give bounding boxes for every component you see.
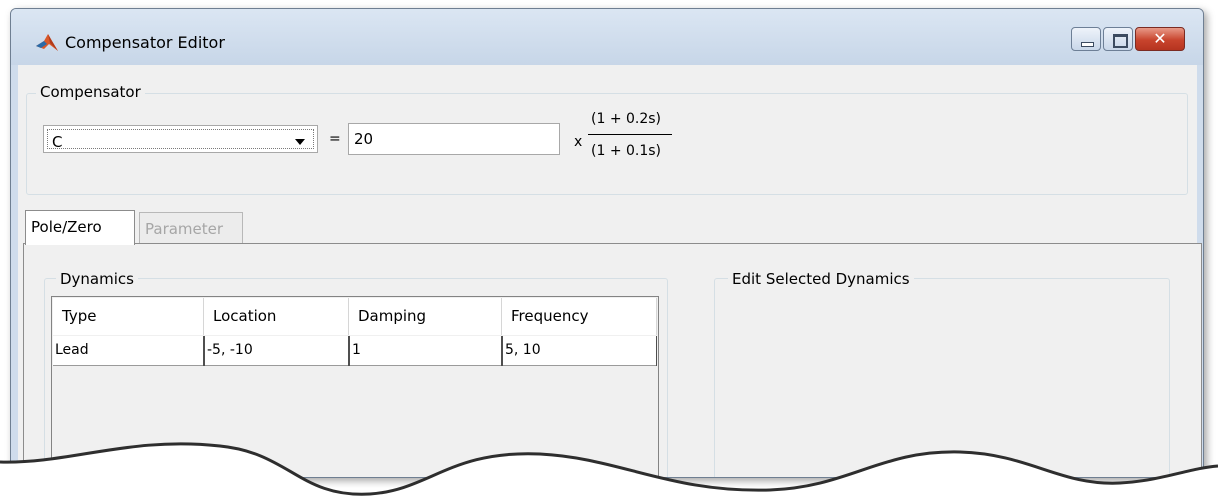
dynamics-table: Type Location Damping Frequency Lead -5,… (51, 296, 659, 477)
gain-input[interactable] (348, 123, 560, 155)
compensator-select[interactable]: C (43, 125, 318, 153)
transfer-denominator: (1 + 0.1s) (591, 143, 662, 159)
title-bar[interactable]: Compensator Editor ✕ (11, 9, 1203, 65)
table-row[interactable]: Lead -5, -10 1 5, 10 (53, 336, 657, 366)
table-cell-location[interactable]: -5, -10 (204, 336, 349, 366)
screenshot-stage: Compensator Editor ✕ Compensator C = x (… (0, 0, 1218, 504)
close-icon: ✕ (1153, 29, 1167, 48)
tab-pole-zero-label: Pole/Zero (31, 218, 102, 236)
table-cell-damping[interactable]: 1 (349, 336, 502, 366)
select-focus-box: C (47, 129, 314, 151)
fraction-line (588, 134, 672, 135)
table-cell-frequency[interactable]: 5, 10 (502, 336, 657, 366)
tab-parameter[interactable]: Parameter (139, 212, 243, 244)
minimize-button[interactable] (1071, 27, 1101, 51)
transfer-numerator: (1 + 0.2s) (591, 111, 662, 127)
column-header-type[interactable]: Type (53, 298, 204, 335)
times-sign: x (574, 134, 583, 150)
window-title: Compensator Editor (65, 33, 225, 52)
chevron-down-icon[interactable] (295, 139, 305, 145)
edit-selected-dynamics-group (714, 278, 1170, 477)
equals-sign: = (329, 131, 341, 147)
column-header-location[interactable]: Location (204, 298, 349, 335)
tab-pole-zero[interactable]: Pole/Zero (25, 210, 135, 245)
table-header: Type Location Damping Frequency (53, 298, 657, 335)
column-header-damping[interactable]: Damping (349, 298, 502, 335)
maximize-button[interactable] (1103, 27, 1133, 51)
compensator-selected-value: C (52, 133, 63, 151)
table-cell-type[interactable]: Lead (53, 336, 204, 366)
compensator-group-label: Compensator (36, 83, 145, 101)
column-header-frequency[interactable]: Frequency (502, 298, 657, 335)
matlab-logo-icon (36, 34, 58, 51)
close-button[interactable]: ✕ (1135, 27, 1185, 51)
compensator-editor-window: Compensator Editor ✕ Compensator C = x (… (10, 8, 1204, 478)
dynamics-group-label: Dynamics (56, 270, 138, 288)
edit-selected-dynamics-label: Edit Selected Dynamics (728, 270, 914, 288)
tab-parameter-label: Parameter (145, 220, 224, 238)
client-area: Compensator C = x (1 + 0.2s) (1 + 0.1s) … (18, 65, 1202, 477)
